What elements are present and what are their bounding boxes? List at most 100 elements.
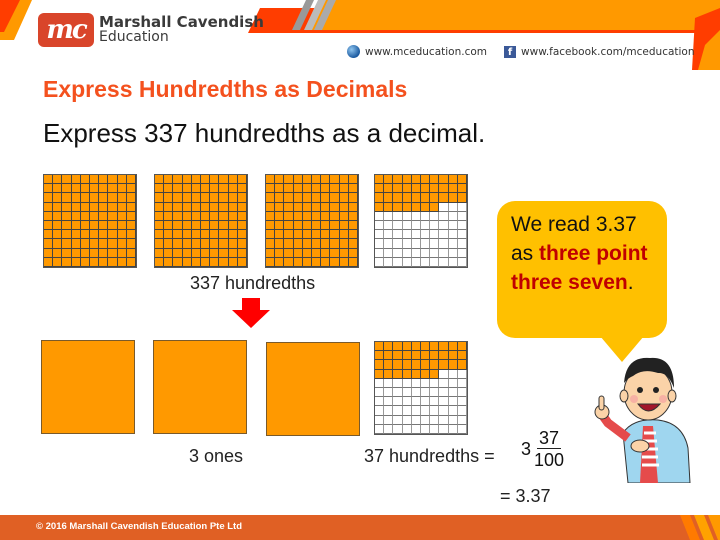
grid-cell [210,257,220,267]
speech-bubble: We read 3.37 as three point three seven. [497,201,667,338]
grid-cell [200,248,211,258]
grid-cell [420,239,431,249]
grid-cell [117,257,127,267]
grid-cell [126,220,136,231]
grid-cell [173,184,183,194]
grid-cell [200,175,211,185]
grid-cell [99,248,109,258]
grid-cell [108,202,118,212]
grid-cell [402,342,412,352]
grid-cell [430,239,440,249]
grid-cell [173,202,183,212]
grid-cell [155,193,165,203]
grid-cell [219,202,229,212]
grid-cell [108,184,118,194]
grid-cell [457,378,467,388]
grid-cell [237,184,247,194]
grid-cell [284,230,294,240]
grid-cell [80,230,90,240]
brand-name: Marshall Cavendish [99,13,264,31]
grid-cell [457,248,467,258]
grid-cell [375,342,385,352]
grid-cell [182,257,192,267]
grid-cell [430,424,440,434]
grid-cell [402,397,412,407]
grid-cell [71,202,81,212]
grid-cell [430,397,440,407]
grid-cell [126,202,136,212]
grid-cell [384,397,394,407]
grid-cell [457,369,467,379]
grid-cell [448,397,458,407]
grid-cell [182,220,192,231]
grid-cell [384,360,394,370]
grid-cell [311,175,322,185]
grid-cell [89,202,100,212]
grid-cell [53,202,63,212]
grid-cell [384,406,394,416]
grid-cell [164,257,174,267]
grid-cell [321,248,331,258]
grid-cell [457,397,467,407]
grid-cell [448,369,458,379]
grid-cell [71,220,81,231]
grid-cell [402,257,412,267]
facebook-link[interactable]: www.facebook.com/mceducation [521,46,695,58]
grid-cell [191,239,201,249]
grid-cell [330,220,340,231]
grid-cell [44,211,54,221]
grid-cell [448,406,458,416]
grid-cell [182,248,192,258]
grid-cell [219,175,229,185]
grid-cell [293,184,303,194]
ones-square-1 [41,340,135,434]
grid-cell [80,257,90,267]
grid-cell [384,175,394,185]
grid-cell [430,360,440,370]
grid-cell [420,369,431,379]
grid-cell [210,193,220,203]
grid-cell [99,175,109,185]
grid-cell [275,202,285,212]
grid-cell [439,387,449,398]
grid-cell [44,220,54,231]
grid-cell [411,424,421,434]
grid-cell [375,351,385,361]
grid-cell [439,378,449,388]
grid-cell [210,202,220,212]
globe-icon [347,45,360,58]
grid-cell [62,193,72,203]
grid-cell [99,220,109,231]
grid-cell [237,202,247,212]
grid-cell [191,248,201,258]
grid-cell [164,193,174,203]
brand-logo[interactable]: mc Marshall Cavendish Education [38,13,264,47]
grid-cell [284,193,294,203]
website-link[interactable]: www.mceducation.com [365,46,487,58]
grid-cell [457,257,467,267]
grid-cell [321,202,331,212]
grid-cell [411,202,421,212]
grid-cell [44,248,54,258]
grid-cell [420,397,431,407]
grid-cell [420,342,431,352]
grid-cell [420,415,431,425]
facebook-icon: f [504,45,517,58]
header-banner [248,0,720,70]
grid-cell [411,211,421,221]
grid-cell [117,220,127,231]
grid-cell [393,415,403,425]
grid-cell [117,230,127,240]
grid-cell [293,193,303,203]
grid-cell [430,193,440,203]
grid-cell [108,239,118,249]
grid-cell [430,184,440,194]
grid-cell [402,184,412,194]
grid-cell [80,248,90,258]
grid-cell [457,239,467,249]
grid-cell [284,175,294,185]
grid-cell [439,360,449,370]
grid-cell [53,239,63,249]
hundred-grid-3 [265,174,359,268]
grid-cell [266,257,276,267]
